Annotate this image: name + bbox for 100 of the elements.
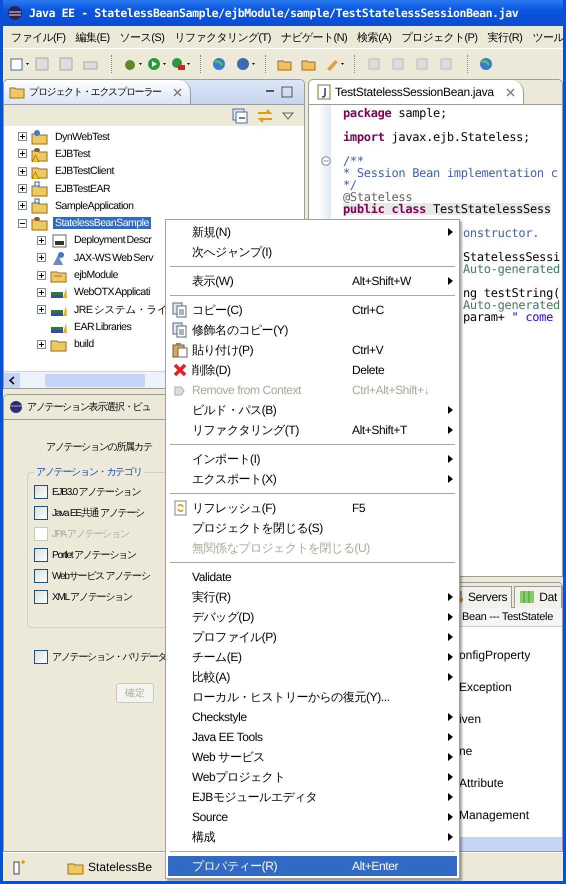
run-icon[interactable] <box>170 56 192 72</box>
menu-item[interactable]: 修飾名のコピー(Y) <box>168 320 457 340</box>
checkbox[interactable] <box>34 506 48 520</box>
menu-item[interactable]: EJBモジュールエディタ <box>168 787 457 807</box>
menu-item[interactable]: エクスポート(X) <box>168 469 457 489</box>
menu-item[interactable]: 構成 <box>168 827 457 847</box>
collapse-icon[interactable] <box>18 218 27 228</box>
run-icon[interactable] <box>146 56 168 72</box>
submenu-arrow-icon <box>448 773 452 781</box>
editor-tab-title: TestStatelessSessionBean.java <box>335 85 494 99</box>
expand-icon[interactable] <box>37 236 46 245</box>
view-tab[interactable]: アノテーション表示選択・ビュ <box>4 395 158 419</box>
tree-item[interactable]: WebOTX Applicati <box>72 286 152 298</box>
expand-icon[interactable] <box>37 340 46 349</box>
tree-item[interactable]: SampleApplication <box>53 200 136 212</box>
view-menu-icon[interactable] <box>282 111 294 121</box>
menu-item[interactable]: リファクタリング(T) <box>169 30 276 44</box>
submenu-arrow-icon <box>448 406 452 414</box>
menu-item[interactable]: プロジェクトを閉じる(S) <box>168 518 457 538</box>
menu-item[interactable]: コピー(C) Ctrl+C <box>168 300 457 320</box>
expand-icon[interactable] <box>37 253 46 262</box>
menu-item[interactable]: 新規(N) <box>168 222 457 242</box>
menu-item[interactable]: 貼り付け(P) Ctrl+V <box>168 340 457 360</box>
menu-item[interactable]: Webプロジェクト <box>168 767 457 787</box>
tree-item[interactable]: EAR Libraries <box>72 320 134 333</box>
expand-icon[interactable] <box>18 166 27 176</box>
menu-item[interactable]: プロパティー(R) Alt+Enter <box>168 856 457 876</box>
list-item[interactable]: Management <box>459 807 562 824</box>
close-icon[interactable] <box>173 88 182 96</box>
menu-item[interactable]: Validate <box>168 567 457 587</box>
fold-icon[interactable] <box>321 156 331 166</box>
new-view-icon[interactable] <box>11 859 27 875</box>
menu-item[interactable]: 比較(A) <box>168 667 457 687</box>
checkbox[interactable] <box>34 548 48 562</box>
new-icon[interactable] <box>9 56 31 72</box>
tree-item[interactable]: EJBTestClient <box>53 165 116 178</box>
window-title: Java EE - StatelessBeanSample/ejbModule/sample/TestStatelessSessionBean.jav <box>29 6 518 20</box>
checkbox-label: JPA アノテーション <box>52 528 129 540</box>
menu-item[interactable]: ビルド・パス(B) <box>168 400 457 420</box>
code-line: StatelessSessi <box>463 251 560 263</box>
list-item[interactable]: Attribute <box>459 775 562 792</box>
tree-item[interactable]: EJBTestEAR <box>53 182 112 195</box>
collapse-all-icon[interactable] <box>232 108 248 124</box>
menu-item[interactable]: リフレッシュ(F) F5 <box>168 498 457 518</box>
menu-item[interactable]: 編集(E) <box>70 30 115 44</box>
close-icon[interactable] <box>506 88 515 96</box>
checkbox[interactable] <box>34 484 48 498</box>
scroll-left-icon[interactable] <box>4 372 20 388</box>
tree-item[interactable]: build <box>72 338 96 350</box>
code-line: ng testString( <box>463 287 560 299</box>
copy-icon <box>172 322 188 338</box>
expand-icon[interactable] <box>37 270 46 280</box>
menu-item[interactable]: プロジェクト(P) <box>396 30 483 44</box>
menu-item[interactable]: Web サービス <box>168 747 457 767</box>
submenu-arrow-icon <box>448 593 452 601</box>
code-line: /** <box>343 155 364 167</box>
menu-item[interactable]: リファクタリング(T) Alt+Shift+T <box>168 420 457 440</box>
editor-tab[interactable]: TestStatelessSessionBean.java <box>309 80 524 104</box>
expand-icon[interactable] <box>18 184 27 194</box>
checkbox[interactable] <box>34 568 48 582</box>
group-title: アノテーション・カテゴリ <box>34 465 144 479</box>
menu-item[interactable]: 表示(W) Alt+Shift+W <box>168 271 457 291</box>
menu-item[interactable]: ナビゲート(N) <box>276 30 352 44</box>
list-item[interactable]: Exception <box>459 679 562 696</box>
menu-item[interactable]: ファイル(F) <box>6 30 71 44</box>
menu-item[interactable]: 次へジャンプ(I) <box>168 242 457 262</box>
tree-item[interactable]: EJBTest <box>53 148 92 160</box>
tree-item[interactable]: ejbModule <box>72 269 120 282</box>
checkbox[interactable] <box>34 590 48 604</box>
menu-item[interactable]: プロファイル(P) <box>168 627 457 647</box>
expand-icon[interactable] <box>18 149 27 158</box>
expand-icon[interactable] <box>37 305 46 314</box>
document-icon <box>50 232 68 248</box>
expand-icon[interactable] <box>37 288 46 297</box>
menu-item[interactable]: Java EE Tools <box>168 727 457 747</box>
view-tab[interactable]: プロジェクト・エクスプローラー <box>4 80 192 104</box>
taskbar-item[interactable]: StatelessBe <box>67 859 152 875</box>
menu-item[interactable]: Checkstyle <box>168 707 457 727</box>
list-item[interactable]: iven <box>459 711 562 728</box>
menu-item[interactable]: ソース(S) <box>114 30 170 44</box>
expand-icon[interactable] <box>18 132 27 142</box>
tree-item[interactable]: JAX-WS Web Serv <box>72 252 155 264</box>
submenu-arrow-icon <box>448 733 452 741</box>
menu-item[interactable]: 検索(A) <box>352 30 396 44</box>
menu-item[interactable]: 実行(R) <box>482 30 528 44</box>
menu-item[interactable]: チーム(E) <box>168 647 457 667</box>
tree-item[interactable]: DynWebTest <box>53 130 112 143</box>
code-line: Auto-generated <box>463 299 560 311</box>
menu-item[interactable]: Source <box>168 807 457 827</box>
menu-item[interactable]: インポート(I) <box>168 449 457 469</box>
tree-item[interactable]: JRE システム・ライ <box>72 302 170 317</box>
list-item[interactable]: ne <box>459 743 562 760</box>
view-tab[interactable]: Dat <box>514 586 562 608</box>
menu-item[interactable]: 削除(D) Delete <box>168 360 457 380</box>
checkbox[interactable] <box>34 650 48 664</box>
list-item[interactable]: onfigProperty <box>459 647 562 664</box>
expand-icon[interactable] <box>18 201 27 210</box>
tree-item[interactable]: StatelessBeanSample <box>53 217 151 230</box>
tree-item[interactable]: Deployment Descr <box>72 234 154 246</box>
menu-item[interactable]: ローカル・ヒストリーからの復元(Y)... <box>168 687 457 707</box>
